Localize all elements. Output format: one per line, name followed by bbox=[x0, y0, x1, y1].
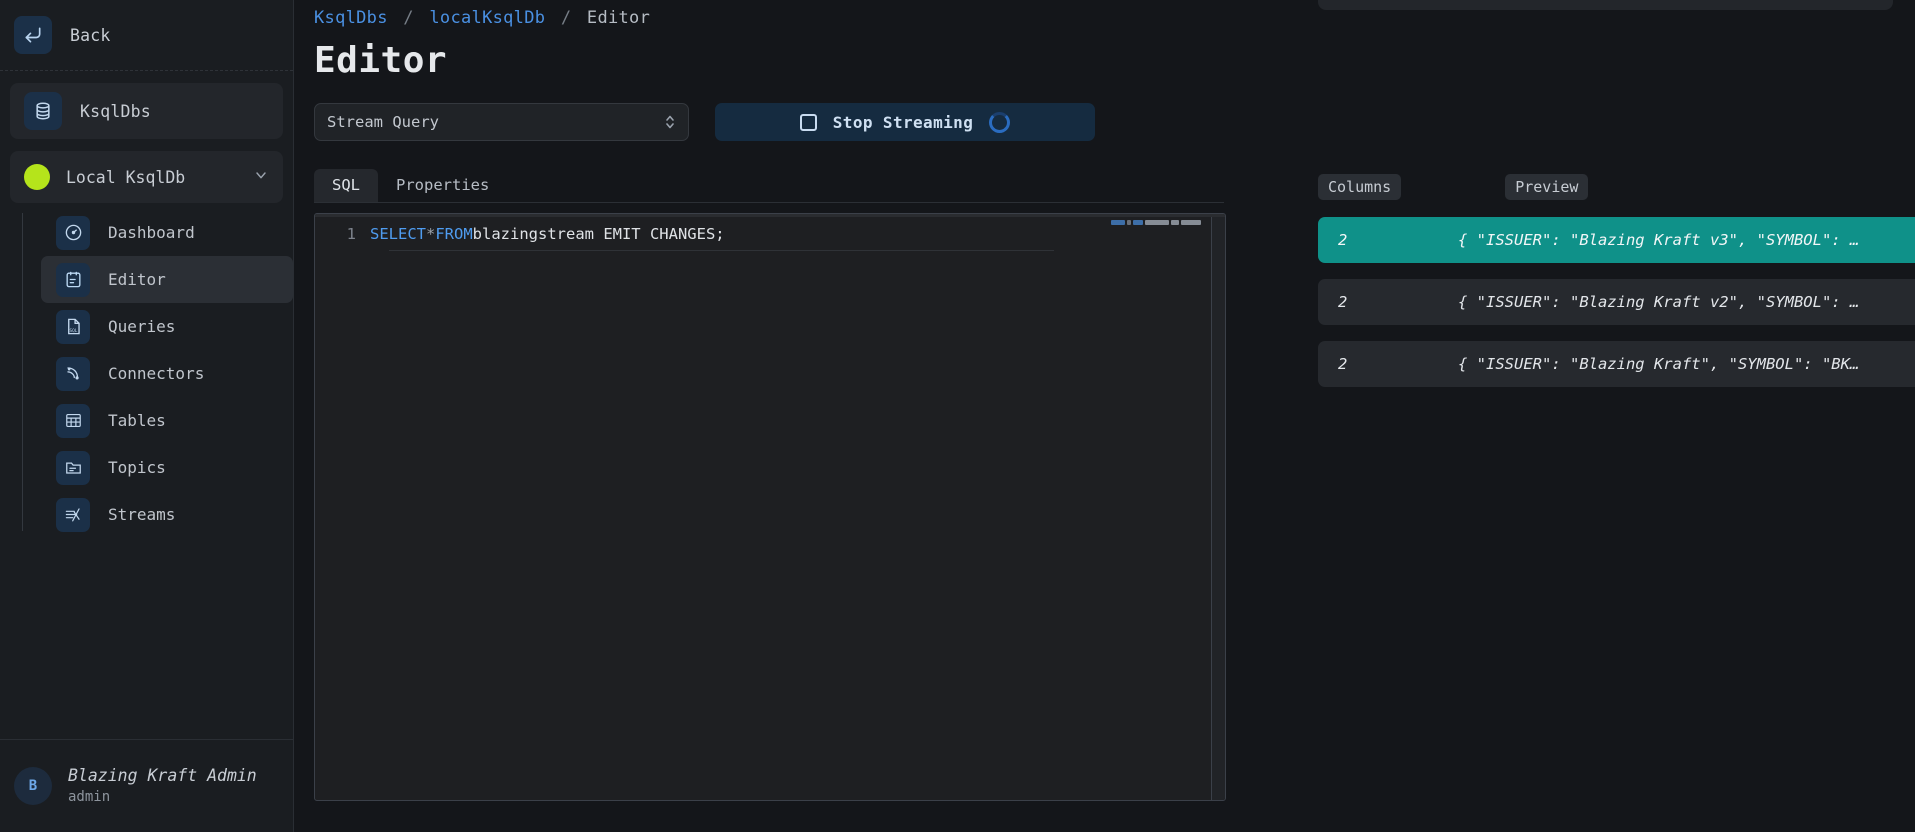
user-role: admin bbox=[68, 788, 257, 807]
tab-sql[interactable]: SQL bbox=[314, 169, 378, 202]
sql-operator-star: * bbox=[426, 225, 435, 243]
stop-streaming-button[interactable]: Stop Streaming bbox=[715, 103, 1095, 141]
loading-spinner-icon bbox=[989, 112, 1010, 133]
editor-tabs: SQL Properties bbox=[314, 167, 1224, 203]
sidebar-nav: Dashboard Editor SQL bbox=[0, 209, 293, 739]
avatar: B bbox=[14, 767, 52, 805]
sidebar-item-dashboard[interactable]: Dashboard bbox=[41, 209, 293, 256]
sidebar-item-ksqldbs[interactable]: KsqlDbs bbox=[10, 83, 283, 139]
result-row[interactable]: 2 { "ISSUER": "Blazing Kraft v3", "SYMBO… bbox=[1318, 217, 1915, 263]
sql-code-editor[interactable]: 1 SELECT * FROM blazingstream EMIT CHANG… bbox=[314, 213, 1226, 801]
tab-label: SQL bbox=[332, 176, 360, 194]
sidebar-label: Queries bbox=[108, 317, 175, 336]
tab-label: Properties bbox=[396, 176, 489, 194]
sidebar-label: Streams bbox=[108, 505, 175, 524]
sql-keyword-from: FROM bbox=[435, 225, 472, 243]
arrow-left-enter-icon bbox=[14, 16, 52, 54]
result-index: 2 bbox=[1318, 293, 1458, 311]
results-list: 2 { "ISSUER": "Blazing Kraft v3", "SYMBO… bbox=[1318, 217, 1915, 387]
results-header: Columns Preview bbox=[1318, 170, 1915, 204]
query-type-value: Stream Query bbox=[327, 113, 664, 131]
result-row[interactable]: 2 { "ISSUER": "Blazing Kraft v2", "SYMBO… bbox=[1318, 279, 1915, 325]
editor-minimap[interactable] bbox=[1111, 218, 1203, 227]
result-index: 2 bbox=[1318, 355, 1458, 373]
svg-text:SQL: SQL bbox=[69, 328, 77, 334]
breadcrumb-separator: / bbox=[561, 8, 572, 28]
back-button[interactable]: Back bbox=[0, 0, 293, 71]
ksqldbs-label: KsqlDbs bbox=[80, 102, 151, 121]
sidebar-item-queries[interactable]: SQL Queries bbox=[41, 303, 293, 350]
breadcrumb-current: Editor bbox=[587, 8, 650, 28]
cluster-name-label: Local KsqlDb bbox=[66, 168, 237, 187]
stop-square-icon bbox=[800, 114, 817, 131]
code-line-1[interactable]: 1 SELECT * FROM blazingstream EMIT CHANG… bbox=[315, 222, 1225, 246]
connector-icon bbox=[56, 357, 90, 391]
sidebar-label: Editor bbox=[108, 270, 166, 289]
preview-button[interactable]: Preview bbox=[1505, 174, 1588, 200]
stream-icon bbox=[56, 498, 90, 532]
table-grid-icon bbox=[56, 404, 90, 438]
stop-streaming-label: Stop Streaming bbox=[833, 113, 973, 132]
line-number: 1 bbox=[315, 225, 370, 243]
chevron-down-icon[interactable] bbox=[253, 167, 269, 187]
breadcrumb-link-cluster[interactable]: localKsqlDb bbox=[429, 8, 545, 28]
sidebar-item-connectors[interactable]: Connectors bbox=[41, 350, 293, 397]
sidebar-label: Connectors bbox=[108, 364, 204, 383]
result-value: { "ISSUER": "Blazing Kraft v2", "SYMBOL"… bbox=[1458, 293, 1859, 311]
main-content: KsqlDbs / localKsqlDb / Editor Editor St… bbox=[294, 0, 1915, 832]
select-updown-icon bbox=[664, 112, 676, 132]
result-value: { "ISSUER": "Blazing Kraft", "SYMBOL": "… bbox=[1458, 355, 1859, 373]
page-title: Editor bbox=[314, 40, 1915, 81]
editor-scrollbar[interactable] bbox=[1211, 217, 1225, 800]
sidebar-item-editor[interactable]: Editor bbox=[41, 256, 293, 303]
user-name: Blazing Kraft Admin bbox=[68, 765, 257, 787]
result-index: 2 bbox=[1318, 231, 1458, 249]
results-panel: Columns Preview 2 { "ISSUER": "Blazing K… bbox=[1318, 170, 1915, 403]
gauge-icon bbox=[56, 216, 90, 250]
current-line-underline bbox=[389, 250, 1054, 251]
tab-properties[interactable]: Properties bbox=[378, 169, 507, 202]
result-row[interactable]: 2 { "ISSUER": "Blazing Kraft", "SYMBOL":… bbox=[1318, 341, 1915, 387]
status-indicator-dot bbox=[24, 164, 50, 190]
query-type-select[interactable]: Stream Query bbox=[314, 103, 689, 141]
clipboard-icon bbox=[56, 263, 90, 297]
folder-icon bbox=[56, 451, 90, 485]
breadcrumb-link-ksqldbs[interactable]: KsqlDbs bbox=[314, 8, 388, 28]
user-profile[interactable]: B Blazing Kraft Admin admin bbox=[0, 739, 293, 832]
sidebar-item-streams[interactable]: Streams bbox=[41, 491, 293, 538]
sql-keyword-select: SELECT bbox=[370, 225, 426, 243]
breadcrumb-separator: / bbox=[403, 8, 414, 28]
sidebar-label: Topics bbox=[108, 458, 166, 477]
editor-top-edge bbox=[315, 214, 1225, 217]
top-overlay-panel bbox=[1318, 0, 1893, 10]
editor-toolbar: Stream Query Stop Streaming bbox=[314, 103, 1915, 141]
sidebar-label: Dashboard bbox=[108, 223, 195, 242]
sidebar: Back KsqlDbs Local KsqlDb bbox=[0, 0, 294, 832]
result-value: { "ISSUER": "Blazing Kraft v3", "SYMBOL"… bbox=[1458, 231, 1859, 249]
columns-button[interactable]: Columns bbox=[1318, 174, 1401, 200]
cluster-selector[interactable]: Local KsqlDb bbox=[10, 151, 283, 203]
sql-statement-rest: blazingstream EMIT CHANGES; bbox=[473, 225, 725, 243]
sidebar-item-tables[interactable]: Tables bbox=[41, 397, 293, 444]
back-label: Back bbox=[70, 26, 111, 45]
database-icon bbox=[24, 92, 62, 130]
sql-file-icon: SQL bbox=[56, 310, 90, 344]
app-root: Back KsqlDbs Local KsqlDb bbox=[0, 0, 1915, 832]
sidebar-item-topics[interactable]: Topics bbox=[41, 444, 293, 491]
sidebar-label: Tables bbox=[108, 411, 166, 430]
